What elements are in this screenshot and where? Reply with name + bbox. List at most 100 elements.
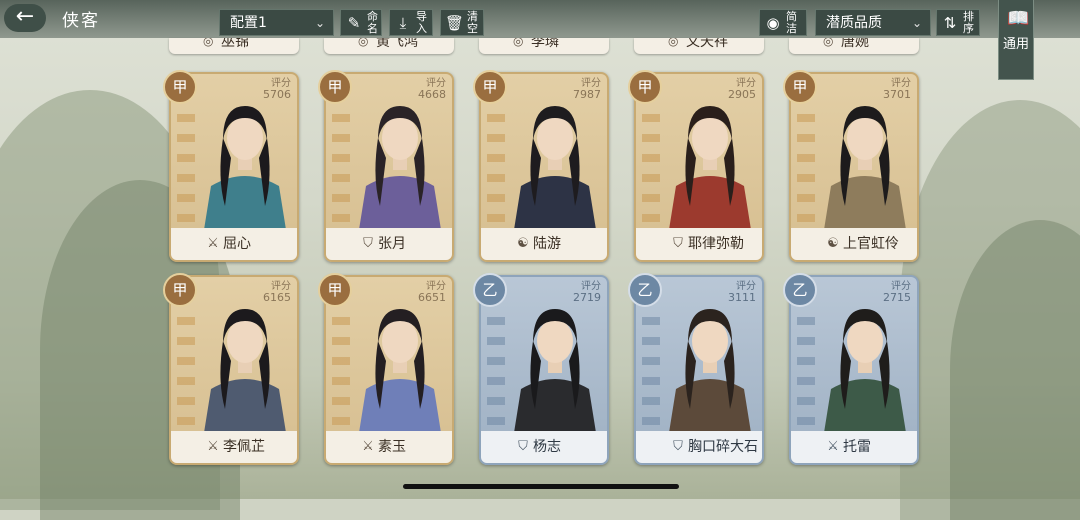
score-value: 3701 xyxy=(883,88,911,101)
score-value: 2715 xyxy=(883,291,911,304)
hero-name: 耶律弥勒 xyxy=(688,236,744,252)
taiji-icon: ☯ xyxy=(827,236,839,251)
config-select-value: 配置1 xyxy=(230,15,267,31)
import-icon: ⤓ xyxy=(399,14,407,32)
class-icon: ◎ xyxy=(668,38,679,48)
score-block: 评分 6651 xyxy=(418,281,446,303)
sword-icon: ⚔ xyxy=(207,236,219,251)
hero-portrait xyxy=(203,309,287,439)
tier-badge: 乙 xyxy=(473,273,507,307)
score-value: 6165 xyxy=(263,291,291,304)
class-icon: ◎ xyxy=(823,38,834,48)
score-value: 5706 xyxy=(263,88,291,101)
hero-portrait xyxy=(513,309,597,439)
score-block: 评分 3701 xyxy=(883,78,911,100)
partial-card[interactable]: ◎ 黄飞鸿 xyxy=(324,38,454,54)
brush-icon: ✎ xyxy=(347,14,361,32)
partial-card[interactable]: ◎ 文天祥 xyxy=(634,38,764,54)
score-value: 4668 xyxy=(418,88,446,101)
score-value: 7987 xyxy=(573,88,601,101)
shield-icon: ⛉ xyxy=(673,439,683,454)
hero-name: 托雷 xyxy=(843,439,871,455)
hero-name: 上官虹伶 xyxy=(843,236,899,252)
hero-portrait xyxy=(358,106,442,236)
hero-portrait xyxy=(358,309,442,439)
sort-icon: ⇅ xyxy=(943,14,957,32)
hero-name: 素玉 xyxy=(378,439,406,455)
hero-name: 杨志 xyxy=(533,439,561,455)
hero-name: 李佩芷 xyxy=(223,439,265,455)
partial-card-name: 李璘 xyxy=(531,38,559,50)
shield-icon: ⛉ xyxy=(673,236,683,251)
rename-label: 命名 xyxy=(367,10,378,35)
simple-toggle-button[interactable]: ◉ 简洁 xyxy=(759,9,807,36)
tier-badge: 甲 xyxy=(628,70,662,104)
score-block: 评分 5706 xyxy=(263,78,291,100)
hero-name: 陆游 xyxy=(533,236,561,252)
tier-badge: 甲 xyxy=(783,70,817,104)
quality-select-value: 潜质品质 xyxy=(826,15,882,31)
hero-portrait xyxy=(203,106,287,236)
book-icon: 📖 xyxy=(1007,8,1030,29)
hero-portrait xyxy=(668,309,752,439)
trash-icon: 🗑 xyxy=(445,14,465,32)
general-label: 通用 xyxy=(1003,37,1030,52)
class-icon: ◎ xyxy=(203,38,214,48)
hero-name: 胸口碎大石 xyxy=(688,439,758,455)
eye-slash-icon: ◉ xyxy=(766,14,780,32)
import-label: 导入 xyxy=(416,10,427,35)
score-value: 2719 xyxy=(573,291,601,304)
taiji-icon: ☯ xyxy=(517,236,529,251)
tier-badge: 甲 xyxy=(318,70,352,104)
score-block: 评分 4668 xyxy=(418,78,446,100)
chevron-down-icon: ⌄ xyxy=(911,16,922,30)
partial-card[interactable]: ◎ 巫锦 xyxy=(169,38,299,54)
quality-select[interactable]: 潜质品质 ⌄ xyxy=(815,9,931,36)
class-icon: ◎ xyxy=(358,38,369,48)
sword-icon: ⚔ xyxy=(207,439,219,454)
score-value: 3111 xyxy=(728,291,756,304)
shield-icon: ⛉ xyxy=(518,439,528,454)
tier-badge: 甲 xyxy=(473,70,507,104)
partial-card-name: 唐婉 xyxy=(841,38,869,50)
hero-name: 张月 xyxy=(378,236,406,252)
sword-icon: ⚔ xyxy=(827,439,839,454)
clear-label: 清空 xyxy=(467,10,478,35)
tier-badge: 乙 xyxy=(628,273,662,307)
tier-badge: 甲 xyxy=(163,273,197,307)
sort-button[interactable]: ⇅ 排序 xyxy=(936,9,980,36)
score-block: 评分 2719 xyxy=(573,281,601,303)
score-block: 评分 2715 xyxy=(883,281,911,303)
hero-name: 屈心 xyxy=(223,236,251,252)
class-icon: ◎ xyxy=(513,38,524,48)
score-block: 评分 3111 xyxy=(728,281,756,303)
partial-card-name: 文天祥 xyxy=(686,38,728,50)
general-tab[interactable]: 📖 通用 xyxy=(998,0,1034,80)
simple-label: 简洁 xyxy=(786,10,797,35)
hero-portrait xyxy=(823,106,907,236)
tier-badge: 甲 xyxy=(318,273,352,307)
score-value: 6651 xyxy=(418,291,446,304)
score-block: 评分 6165 xyxy=(263,281,291,303)
rename-button[interactable]: ✎ 命名 xyxy=(340,9,382,36)
import-button[interactable]: ⤓ 导入 xyxy=(389,9,433,36)
partial-card[interactable]: ◎ 李璘 xyxy=(479,38,609,54)
home-indicator xyxy=(403,484,679,489)
sort-label: 排序 xyxy=(963,10,974,35)
hero-portrait xyxy=(823,309,907,439)
score-block: 评分 2905 xyxy=(728,78,756,100)
config-select[interactable]: 配置1 ⌄ xyxy=(219,9,334,36)
score-block: 评分 7987 xyxy=(573,78,601,100)
clear-button[interactable]: 🗑 清空 xyxy=(440,9,484,36)
back-arrow-icon[interactable]: ← xyxy=(4,4,46,32)
chevron-down-icon: ⌄ xyxy=(314,16,325,30)
shield-icon: ⛉ xyxy=(363,236,373,251)
partial-card-name: 黄飞鸿 xyxy=(376,38,418,50)
partial-card[interactable]: ◎ 唐婉 xyxy=(789,38,919,54)
tier-badge: 乙 xyxy=(783,273,817,307)
hero-portrait xyxy=(513,106,597,236)
hero-portrait xyxy=(668,106,752,236)
page-title: 侠客 xyxy=(62,11,100,31)
sword-icon: ⚔ xyxy=(362,439,374,454)
tier-badge: 甲 xyxy=(163,70,197,104)
